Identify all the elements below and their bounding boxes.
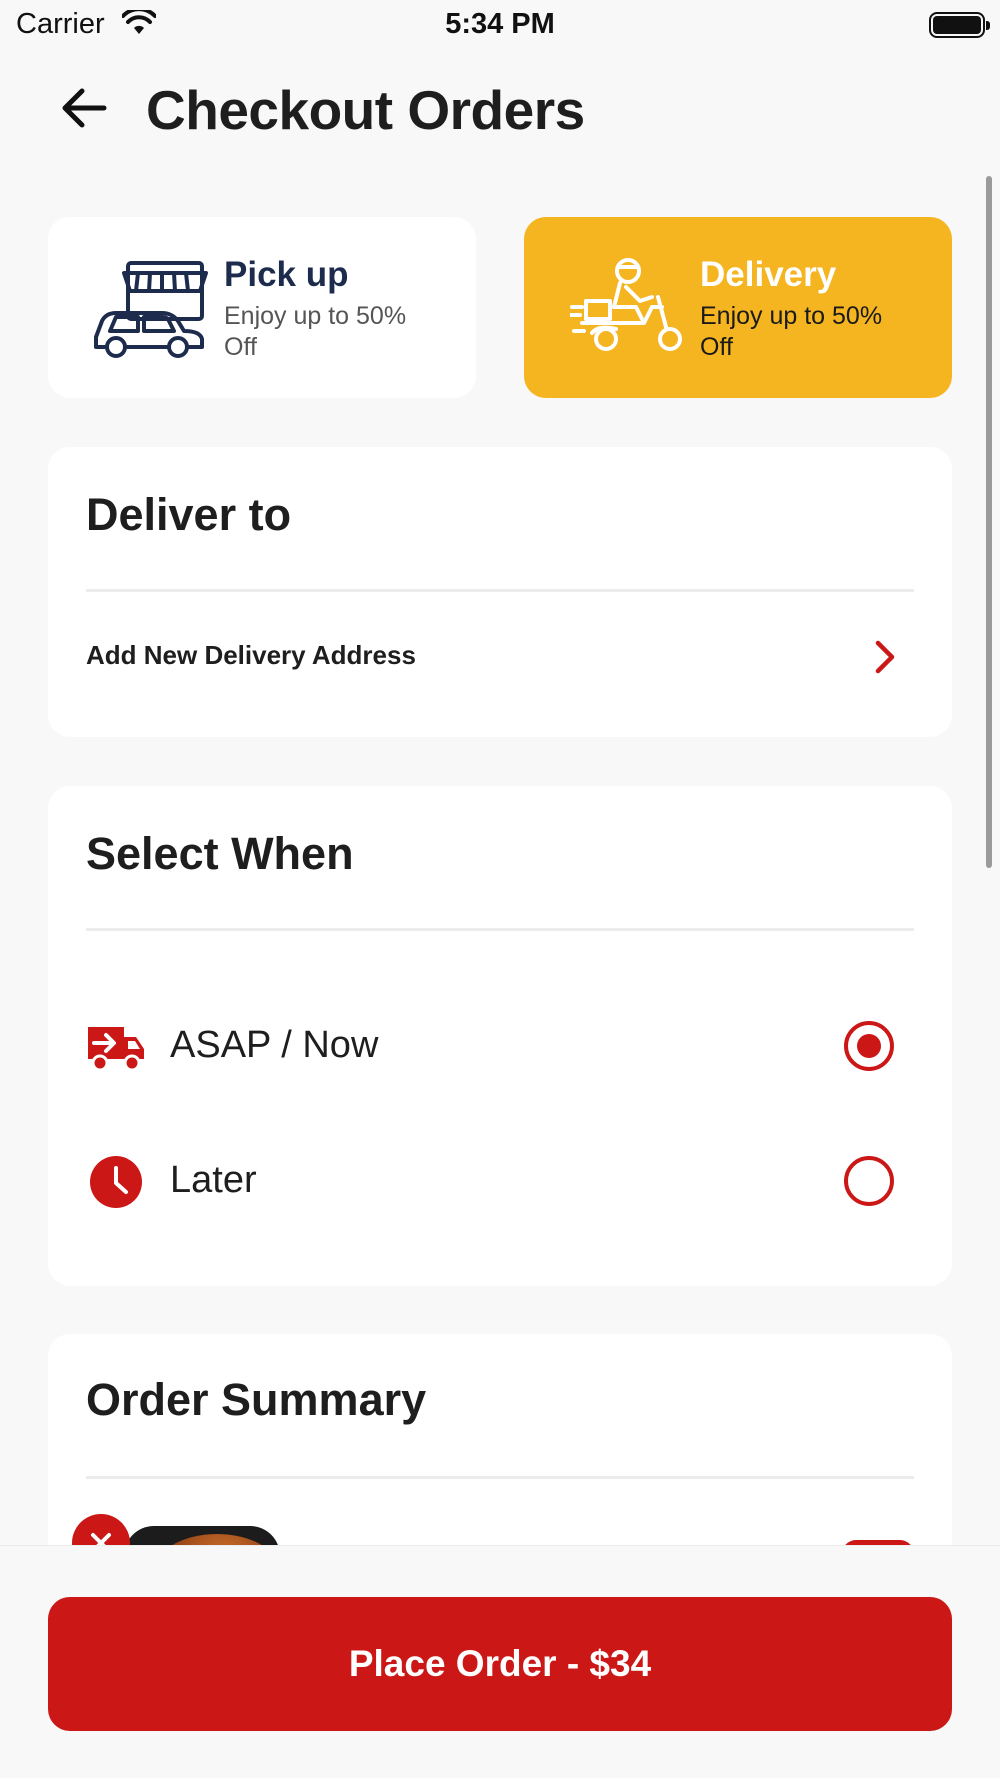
add-address-label: Add New Delivery Address <box>86 640 416 670</box>
clock-icon <box>86 1154 146 1210</box>
delivery-truck-icon <box>86 1019 146 1075</box>
option-later-label: Later <box>170 1159 257 1201</box>
pickup-subtitle: Enjoy up to 50% Off <box>224 302 407 361</box>
store-car-icon <box>92 259 212 359</box>
delivery-subtitle: Enjoy up to 50% Off <box>700 302 883 361</box>
battery-icon <box>929 12 990 38</box>
delivery-title: Delivery <box>700 255 837 294</box>
pickup-option-card[interactable]: Pick up Enjoy up to 50% Off <box>48 217 476 398</box>
radio-selected[interactable] <box>844 1021 894 1071</box>
page-title: Checkout Orders <box>146 79 585 141</box>
status-time: 5:34 PM <box>445 8 555 40</box>
divider <box>86 928 914 931</box>
option-asap-label: ASAP / Now <box>170 1024 379 1066</box>
delivery-option-card[interactable]: Delivery Enjoy up to 50% Off <box>524 217 952 398</box>
option-later[interactable]: Later <box>86 1136 914 1226</box>
add-delivery-address-row[interactable]: Add New Delivery Address <box>86 617 914 697</box>
divider <box>86 1476 914 1479</box>
back-arrow-icon[interactable] <box>60 86 108 130</box>
divider <box>86 589 914 592</box>
deliver-to-title: Deliver to <box>86 489 292 540</box>
select-when-card: Select When ASAP / Now Later <box>48 786 952 1286</box>
bottom-action-bar: Place Order - $34 <box>0 1545 1000 1778</box>
pickup-title: Pick up <box>224 255 349 294</box>
place-order-button[interactable]: Place Order - $34 <box>48 1597 952 1731</box>
scooter-rider-icon <box>568 257 690 357</box>
option-asap-now[interactable]: ASAP / Now <box>86 1001 914 1091</box>
select-when-title: Select When <box>86 828 354 879</box>
order-summary-title: Order Summary <box>86 1374 427 1425</box>
radio-unselected[interactable] <box>844 1156 894 1206</box>
status-bar: Carrier 5:34 PM <box>0 0 1000 50</box>
deliver-to-card: Deliver to Add New Delivery Address <box>48 447 952 737</box>
chevron-right-icon <box>872 639 898 675</box>
scroll-indicator[interactable] <box>986 176 992 868</box>
